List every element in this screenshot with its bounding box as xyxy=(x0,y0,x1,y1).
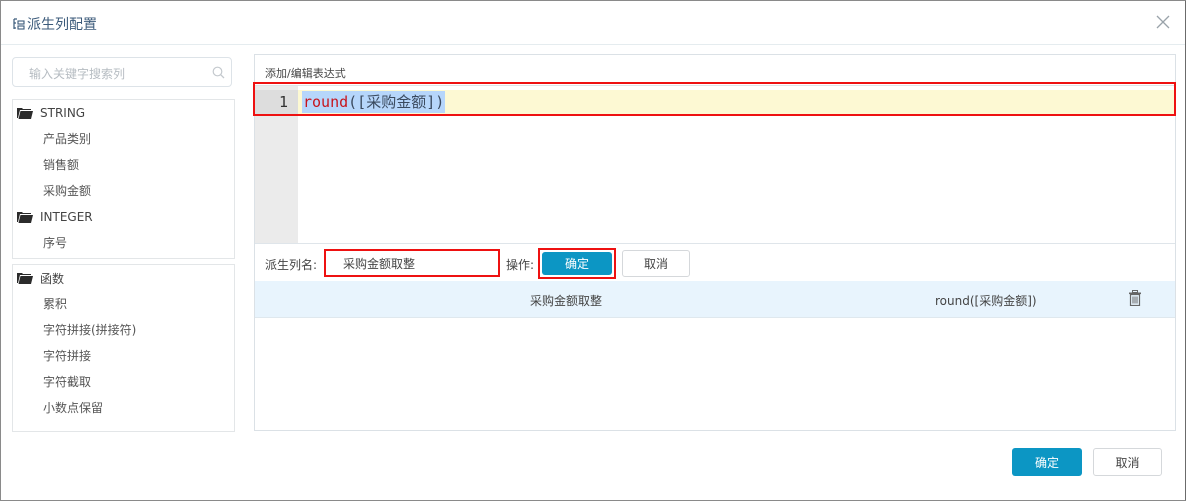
tree-item-field[interactable]: 采购金额 xyxy=(13,178,234,204)
expression-editor[interactable]: 1 round([采购金额]) xyxy=(255,85,1175,244)
column-search-input[interactable] xyxy=(27,64,211,84)
operation-label: 操作: xyxy=(506,258,535,272)
derived-name-row: 派生列名: 操作: 确定 取消 xyxy=(255,243,1175,282)
dialog-cancel-button[interactable]: 取消 xyxy=(1093,448,1162,476)
tree-group-label: STRING xyxy=(40,106,86,120)
tree-group-label: 函数 xyxy=(40,271,65,286)
expression-panel: 添加/编辑表达式 1 round([采购金额]) 派生列名: 操作: 确定 取消… xyxy=(253,54,1176,431)
function-tree: 函数 累积 字符拼接(拼接符) 字符拼接 字符截取 小数点保留 xyxy=(12,264,235,432)
tree-group-string[interactable]: STRING xyxy=(13,100,234,126)
confirm-highlight-box: 确定 xyxy=(538,248,616,279)
field-tree: STRING 产品类别 销售额 采购金额 INTEGER 序号 xyxy=(12,99,235,259)
code-arguments: ([采购金额]) xyxy=(348,93,445,111)
tree-item-field[interactable]: 序号 xyxy=(13,230,234,256)
table-row[interactable]: 采购金额取整 round([采购金额]) xyxy=(255,281,1175,318)
tree-group-label: INTEGER xyxy=(40,210,93,224)
dialog-title: 派生列配置 xyxy=(13,14,97,34)
tree-item-field[interactable]: 产品类别 xyxy=(13,126,234,152)
tree-item-function[interactable]: 累积 xyxy=(13,291,234,317)
line-number: 1 xyxy=(255,90,298,114)
tree-group-integer[interactable]: INTEGER xyxy=(13,204,234,230)
trash-icon[interactable] xyxy=(1128,290,1142,306)
derived-name-input[interactable] xyxy=(324,249,500,277)
cancel-derived-button[interactable]: 取消 xyxy=(622,250,690,277)
search-icon[interactable] xyxy=(212,66,225,79)
tree-item-function[interactable]: 小数点保留 xyxy=(13,395,234,421)
derived-column-name-cell: 采购金额取整 xyxy=(530,294,603,308)
code-text: round([采购金额]) xyxy=(302,91,446,113)
code-line[interactable]: round([采购金额]) xyxy=(298,90,1175,114)
close-icon[interactable] xyxy=(1155,14,1171,30)
tree-item-function[interactable]: 字符截取 xyxy=(13,369,234,395)
tree-item-function[interactable]: 字符拼接 xyxy=(13,343,234,369)
column-search xyxy=(12,57,232,87)
dialog-header: 派生列配置 xyxy=(1,1,1185,45)
dialog-ok-button[interactable]: 确定 xyxy=(1012,448,1082,476)
expression-label: 添加/编辑表达式 xyxy=(265,67,346,80)
code-keyword: round xyxy=(303,93,349,111)
confirm-derived-button[interactable]: 确定 xyxy=(542,252,612,275)
tree-item-function[interactable]: 字符拼接(拼接符) xyxy=(13,317,234,343)
derived-column-dialog: 派生列配置 STRING 产品类别 销售额 采购金额 IN xyxy=(0,0,1186,501)
derived-name-label: 派生列名: xyxy=(265,258,318,272)
column-config-icon xyxy=(13,18,25,30)
tree-group-functions[interactable]: 函数 xyxy=(13,265,234,291)
folder-icon xyxy=(17,108,33,119)
folder-icon xyxy=(17,212,33,223)
derived-column-expression-cell: round([采购金额]) xyxy=(935,294,1037,308)
tree-item-field[interactable]: 销售额 xyxy=(13,152,234,178)
folder-icon xyxy=(17,273,33,284)
dialog-title-text: 派生列配置 xyxy=(27,17,97,33)
